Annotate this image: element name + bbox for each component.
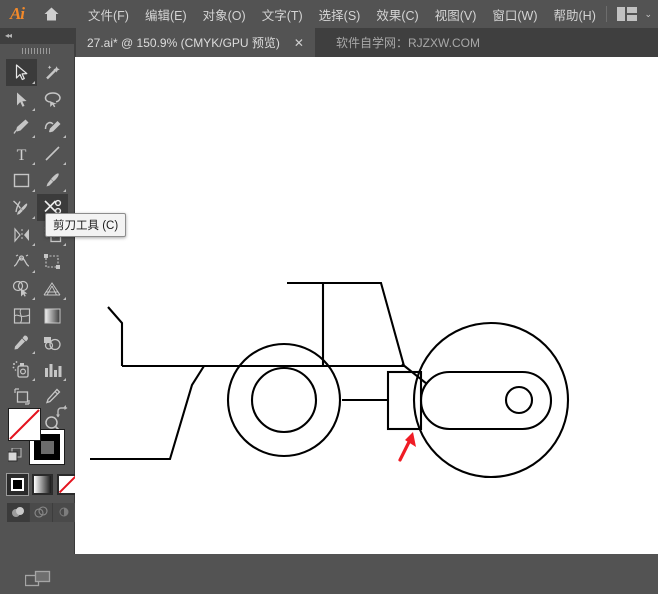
tool-flyout-indicator bbox=[32, 243, 35, 246]
magic-wand-tool[interactable] bbox=[37, 59, 68, 86]
tool-flyout-indicator bbox=[32, 351, 35, 354]
perspective-grid-tool[interactable] bbox=[37, 275, 68, 302]
exhaust-pipe bbox=[107, 306, 124, 366]
swap-fill-stroke-icon[interactable] bbox=[55, 406, 69, 425]
tool-flyout-indicator bbox=[63, 378, 66, 381]
draw-mode-buttons bbox=[7, 503, 76, 522]
menu-effect[interactable]: 效果(C) bbox=[368, 1, 426, 28]
grip-dots-icon bbox=[22, 48, 52, 54]
front-wheel-inner bbox=[250, 366, 318, 434]
menu-type[interactable]: 文字(T) bbox=[254, 1, 311, 28]
toolbar-collapse-button[interactable]: ◂◂ bbox=[0, 28, 74, 44]
lasso-tool[interactable] bbox=[37, 86, 68, 113]
rotate-tool[interactable] bbox=[6, 221, 37, 248]
blob-brush-tool[interactable] bbox=[6, 194, 37, 221]
fill-swatch[interactable] bbox=[8, 408, 41, 441]
tool-flyout-indicator bbox=[32, 108, 35, 111]
column-graph-tool[interactable] bbox=[37, 356, 68, 383]
menu-bar: Ai 文件(F) 编辑(E) 对象(O) 文字(T) 选择(S) 效果(C) 视… bbox=[0, 0, 658, 28]
artboard-tool[interactable] bbox=[6, 383, 37, 410]
stroke-core bbox=[40, 440, 54, 454]
document-tab-bar: ◂◂ 27.ai* @ 150.9% (CMYK/GPU 预览) ✕ 软件自学网… bbox=[0, 28, 658, 57]
chevron-down-icon[interactable]: ⌄ bbox=[644, 9, 652, 20]
tractor-line-drawing bbox=[90, 281, 570, 479]
tool-flyout-indicator bbox=[63, 189, 66, 192]
mesh-tool[interactable] bbox=[6, 302, 37, 329]
svg-text:T: T bbox=[17, 147, 27, 162]
tool-flyout-indicator bbox=[32, 378, 35, 381]
selection-tool[interactable] bbox=[6, 59, 37, 86]
type-tool[interactable]: T bbox=[6, 140, 37, 167]
tool-tooltip: 剪刀工具 (C) bbox=[45, 213, 127, 237]
menu-item-list: 文件(F) 编辑(E) 对象(O) 文字(T) 选择(S) 效果(C) 视图(V… bbox=[80, 1, 604, 28]
menu-file[interactable]: 文件(F) bbox=[80, 1, 137, 28]
change-screen-mode-icon[interactable] bbox=[24, 569, 51, 594]
gradient-mode-swatch bbox=[34, 476, 51, 493]
fill-none-indicator bbox=[9, 409, 40, 440]
menu-view[interactable]: 视图(V) bbox=[427, 1, 485, 28]
tool-flyout-indicator bbox=[63, 162, 66, 165]
color-mode-button[interactable] bbox=[6, 473, 29, 496]
arm-hole-circle bbox=[504, 385, 534, 415]
home-icon[interactable] bbox=[34, 0, 68, 28]
tool-flyout-indicator bbox=[63, 243, 66, 246]
menu-help[interactable]: 帮助(H) bbox=[546, 1, 604, 28]
menu-window[interactable]: 窗口(W) bbox=[484, 1, 545, 28]
blend-tool[interactable] bbox=[37, 329, 68, 356]
arrange-documents-icon[interactable] bbox=[617, 7, 638, 21]
line-segment-tool[interactable] bbox=[37, 140, 68, 167]
rear-pipe bbox=[401, 363, 428, 385]
menu-edit[interactable]: 编辑(E) bbox=[137, 1, 195, 28]
curvature-tool[interactable] bbox=[37, 113, 68, 140]
gradient-mode-button[interactable] bbox=[32, 474, 53, 495]
front-wheel-outer bbox=[226, 342, 342, 458]
illustrator-window: Ai 文件(F) 编辑(E) 对象(O) 文字(T) 选择(S) 效果(C) 视… bbox=[0, 0, 658, 587]
red-arrow-annotation bbox=[398, 432, 416, 462]
close-icon[interactable]: ✕ bbox=[294, 37, 304, 49]
menu-object[interactable]: 对象(O) bbox=[195, 1, 254, 28]
free-transform-tool[interactable] bbox=[37, 248, 68, 275]
shape-builder-tool[interactable] bbox=[6, 275, 37, 302]
menu-select[interactable]: 选择(S) bbox=[311, 1, 369, 28]
menu-divider bbox=[606, 6, 608, 22]
toolbar-drag-handle[interactable] bbox=[0, 44, 74, 57]
gradient-tool[interactable] bbox=[37, 302, 68, 329]
document-tab-title: 27.ai* @ 150.9% (CMYK/GPU 预览) bbox=[87, 36, 280, 50]
watermark-text: 软件自学网：RJZXW.COM bbox=[336, 36, 480, 50]
rectangle-tool[interactable] bbox=[6, 167, 37, 194]
tool-flyout-indicator bbox=[32, 162, 35, 165]
color-mode-buttons bbox=[6, 473, 82, 496]
paintbrush-tool[interactable] bbox=[37, 167, 68, 194]
cab-trapezoid bbox=[279, 281, 406, 368]
tool-flyout-indicator bbox=[32, 189, 35, 192]
tool-flyout-indicator bbox=[32, 297, 35, 300]
draw-inside-mode[interactable] bbox=[53, 503, 76, 522]
draw-behind-mode[interactable] bbox=[30, 503, 53, 522]
fill-stroke-controls bbox=[7, 406, 70, 467]
none-mode-swatch bbox=[59, 476, 76, 493]
collapse-arrows-icon: ◂◂ bbox=[5, 31, 12, 40]
tool-flyout-indicator bbox=[32, 135, 35, 138]
direct-selection-tool[interactable] bbox=[6, 86, 37, 113]
default-fill-stroke-icon[interactable] bbox=[7, 447, 22, 467]
tool-flyout-indicator bbox=[63, 297, 66, 300]
tools-panel: T bbox=[0, 57, 78, 587]
tool-flyout-indicator bbox=[32, 270, 35, 273]
rear-wheel-circle bbox=[412, 321, 570, 479]
tool-flyout-indicator bbox=[63, 135, 66, 138]
color-mode-swatch bbox=[11, 478, 24, 491]
menu-bar-right: ⌄ bbox=[606, 0, 652, 28]
pen-tool[interactable] bbox=[6, 113, 37, 140]
document-canvas[interactable] bbox=[75, 57, 658, 554]
document-tab[interactable]: 27.ai* @ 150.9% (CMYK/GPU 预览) ✕ bbox=[76, 28, 315, 57]
symbol-sprayer-tool[interactable] bbox=[6, 356, 37, 383]
draw-normal-mode[interactable] bbox=[7, 503, 30, 522]
width-tool[interactable] bbox=[6, 248, 37, 275]
tool-flyout-indicator bbox=[32, 81, 35, 84]
tool-flyout-indicator bbox=[32, 216, 35, 219]
eyedropper-tool[interactable] bbox=[6, 329, 37, 356]
app-logo: Ai bbox=[9, 4, 25, 23]
